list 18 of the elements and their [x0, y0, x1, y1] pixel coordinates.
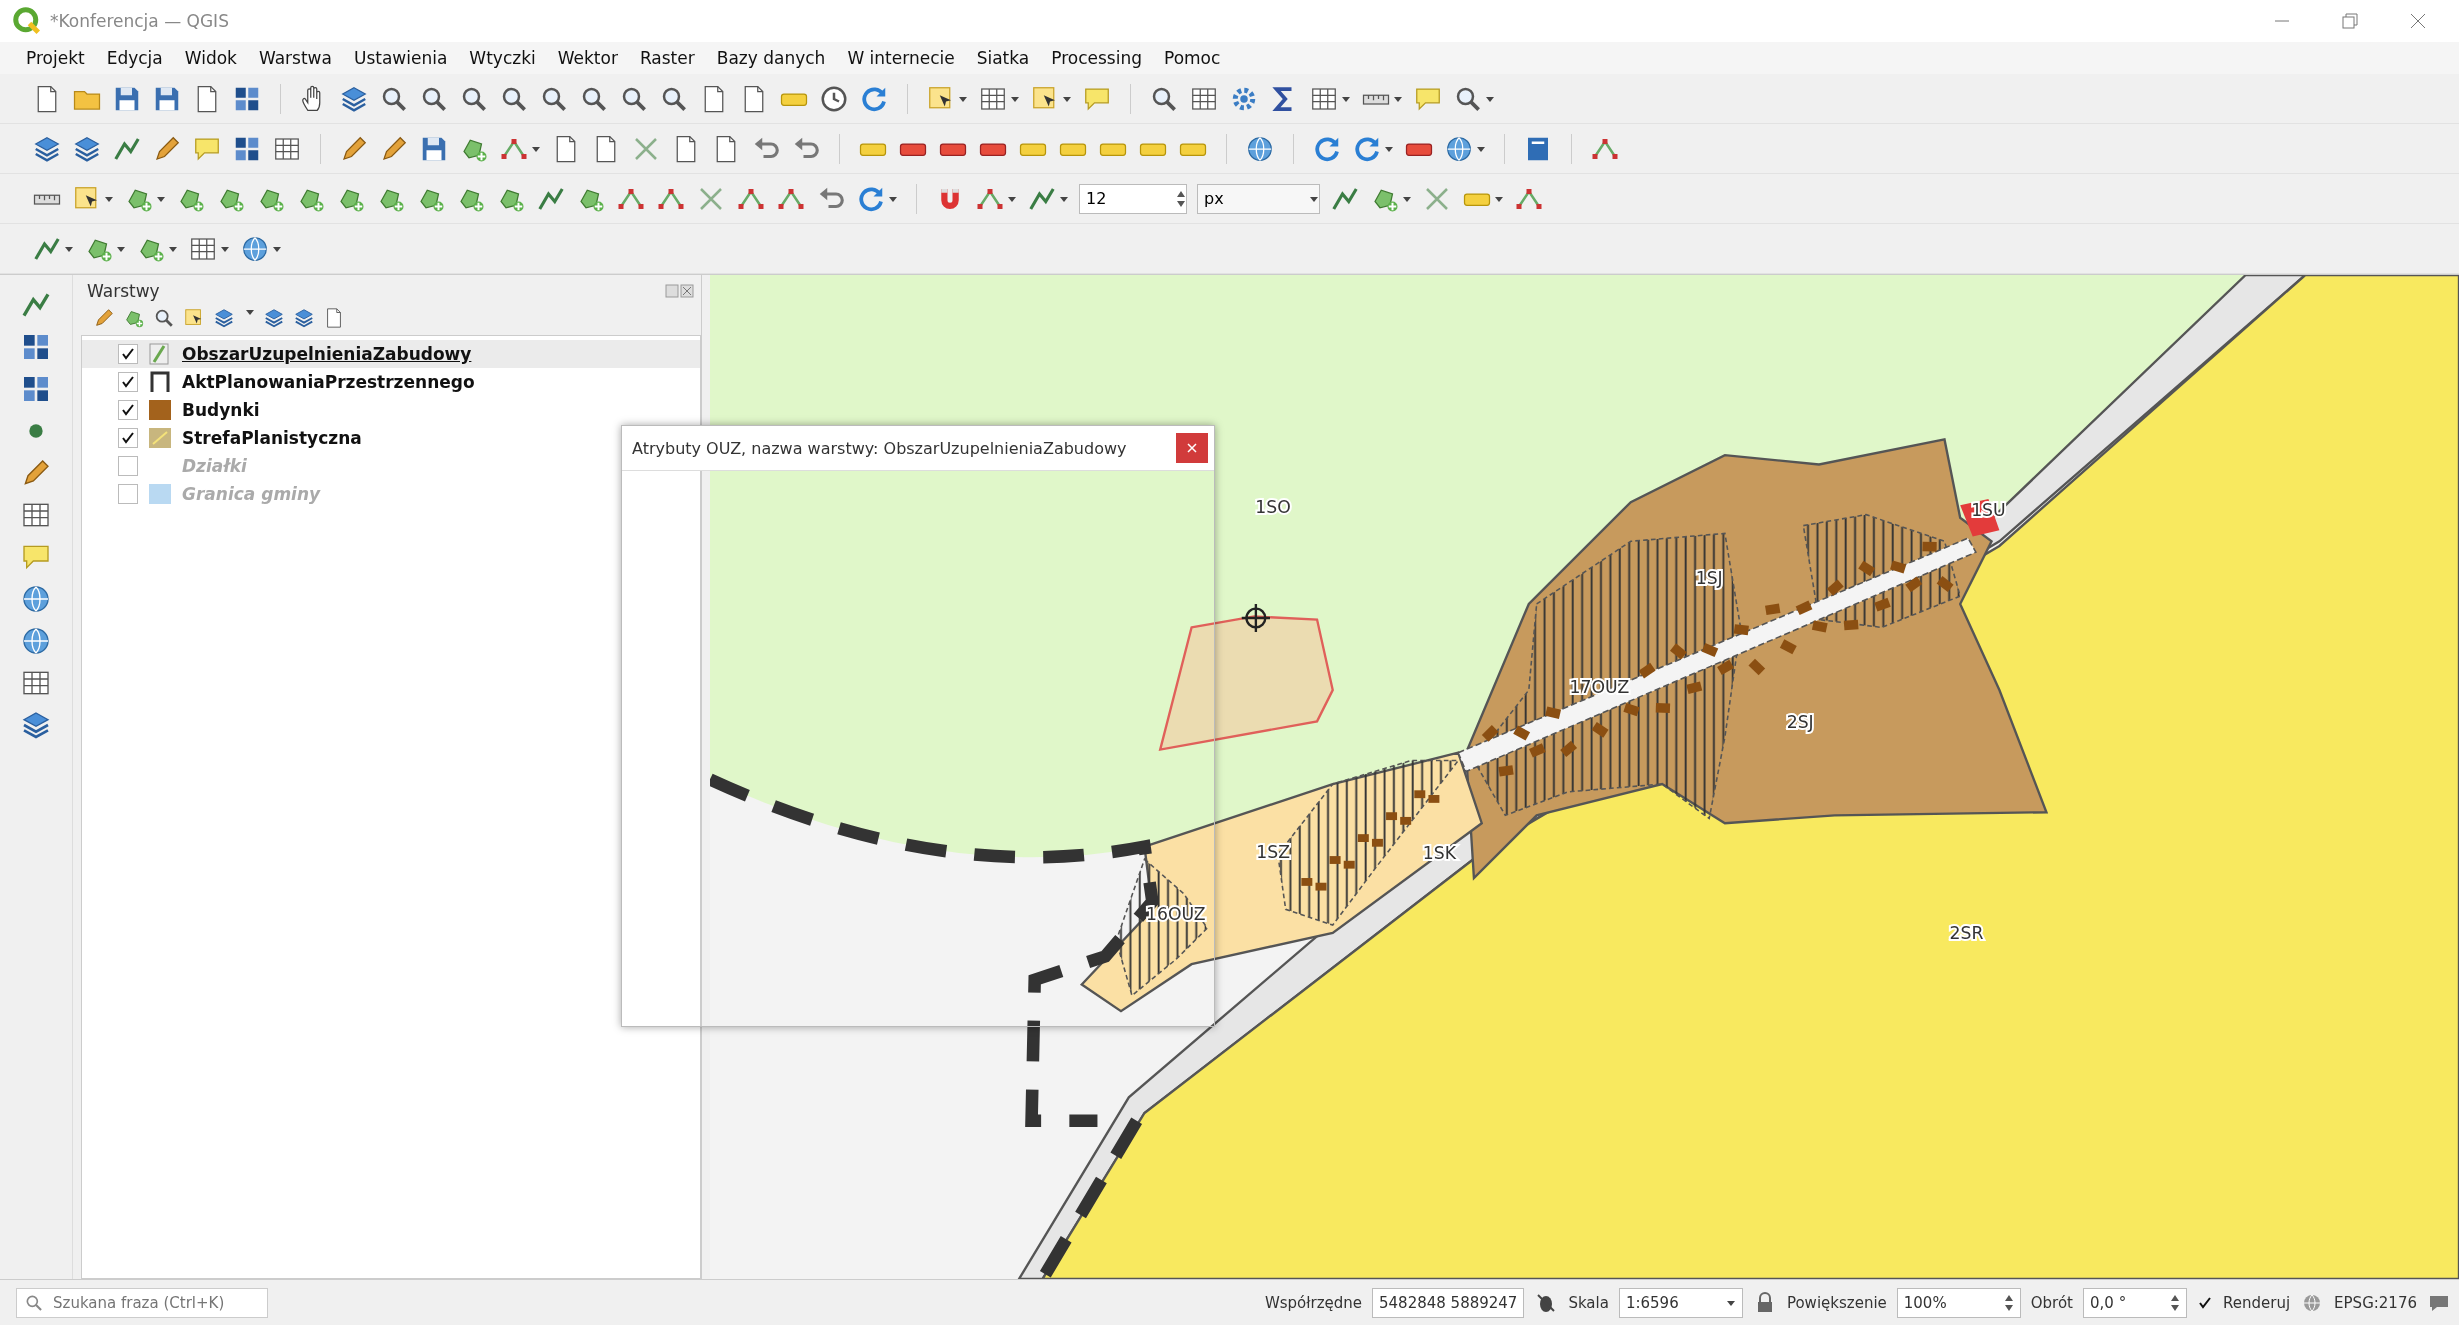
layer-name: Budynki [182, 400, 260, 420]
map-label: 2SR [1949, 923, 1984, 944]
layer-name: StrefaPlanistyczna [182, 428, 362, 448]
map-label: 2SJ [1786, 711, 1814, 732]
coordinates-label: Współrzędne [1264, 1293, 1363, 1312]
scale-label: Skala [1568, 1293, 1609, 1312]
layer-name: Działki [182, 456, 247, 476]
layer-name: ObszarUzupelnieniaZabudowy [182, 344, 472, 364]
map-label: 1SZ [1256, 841, 1290, 862]
rotation-label: Obrót [2030, 1293, 2073, 1312]
magnifier-label: Powiększenie [1786, 1293, 1887, 1312]
panel-title: Warstwy [87, 281, 160, 301]
window-title: *Konferencja — QGIS [50, 11, 230, 31]
layer-name: Granica gminy [182, 484, 321, 504]
map-label: 1SO [1255, 497, 1291, 518]
layer-name: AktPlanowaniaPrzestrzennego [182, 372, 475, 392]
render-label: Renderuj [2223, 1293, 2291, 1312]
dialog-title: Atrybuty OUZ, nazwa warstwy: ObszarUzupelnieniaZabudowy [632, 438, 1127, 458]
